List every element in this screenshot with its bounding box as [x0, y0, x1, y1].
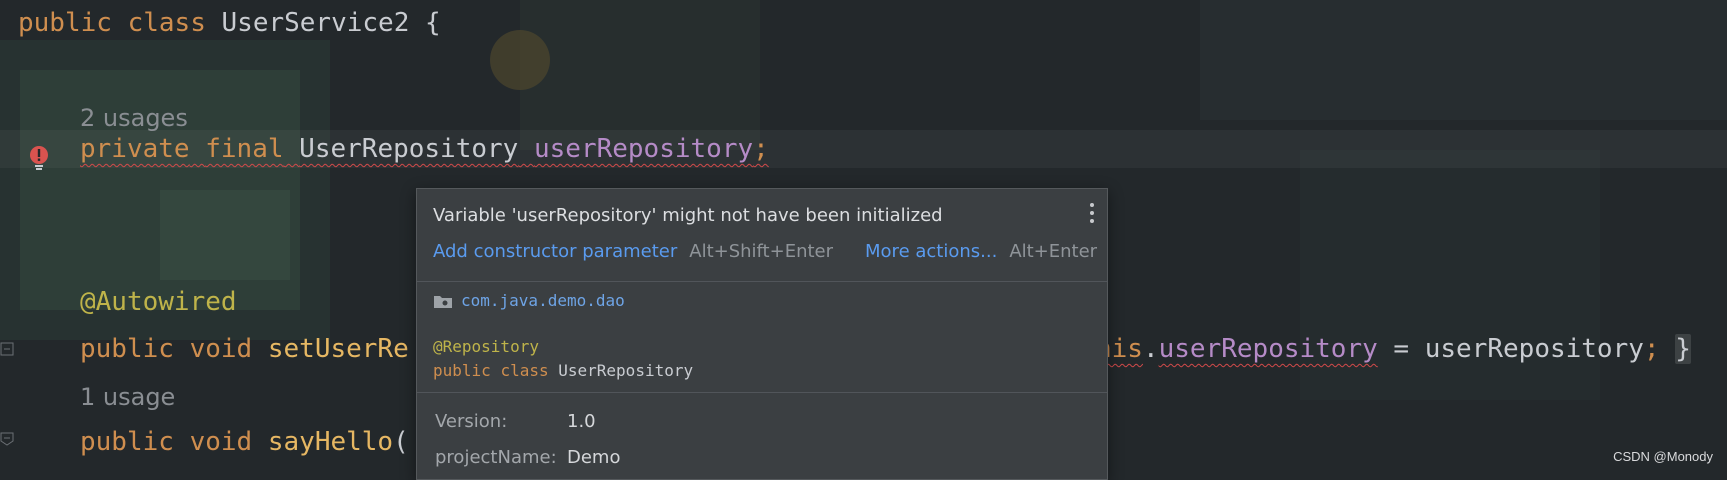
decl-annotation: @Repository [433, 337, 539, 356]
decl-keyword-class: class [500, 361, 549, 380]
keyword-public: public [80, 427, 174, 457]
popup-actions: Add constructor parameter Alt+Shift+Enter… [433, 241, 1097, 262]
method-name-sayhello: sayHello [267, 427, 394, 457]
watermark: CSDN @Monody [1613, 449, 1713, 464]
meta-key: projectName: [435, 447, 557, 468]
decl-class-name: UserRepository [558, 361, 694, 380]
meta-row-project-name: projectName: Demo [435, 447, 620, 468]
package-name[interactable]: com.java.demo.dao [433, 291, 625, 310]
keyword-private: private [80, 134, 190, 164]
meta-value: Demo [567, 447, 621, 468]
field-name[interactable]: userRepository [534, 134, 753, 164]
code-line-setter[interactable]: public void setUserRe [80, 332, 409, 366]
meta-row-version: Version: 1.0 [435, 411, 596, 432]
class-declaration: @Repository public class UserRepository [433, 335, 693, 383]
error-bulb-icon[interactable] [28, 145, 50, 171]
popup-divider [417, 392, 1107, 393]
decl-keyword-public: public [433, 361, 491, 380]
field-type: UserRepository [299, 134, 519, 164]
code-line-field[interactable]: private final UserRepository userReposit… [80, 132, 769, 166]
package-label: com.java.demo.dao [461, 291, 625, 310]
usage-hint-field[interactable]: 2 usages [80, 104, 188, 132]
inspection-popup: Variable 'userRepository' might not have… [416, 188, 1108, 480]
usage-hint-method[interactable]: 1 usage [80, 383, 175, 411]
code-line-sayhello[interactable]: public void sayHello( [80, 425, 409, 459]
open-paren: ( [393, 427, 409, 457]
open-brace: { [425, 8, 441, 38]
assignment: = userRepository [1377, 334, 1644, 364]
popup-divider [417, 281, 1107, 282]
code-line-annotation[interactable]: @Autowired [80, 285, 237, 319]
semicolon: ; [753, 134, 769, 164]
add-constructor-parameter-link[interactable]: Add constructor parameter [433, 241, 677, 262]
keyword-public: public [18, 8, 112, 38]
primary-shortcut: Alt+Shift+Enter [689, 241, 834, 262]
keyword-class: class [127, 8, 206, 38]
close-brace: } [1675, 334, 1691, 364]
meta-value: 1.0 [567, 411, 596, 432]
fold-marker-icon[interactable] [0, 432, 14, 446]
setter-field: userRepository [1158, 334, 1378, 364]
popup-message: Variable 'userRepository' might not have… [433, 205, 943, 226]
dot: . [1142, 334, 1159, 364]
class-name: UserService2 [221, 8, 410, 38]
keyword-final: final [205, 134, 284, 164]
code-line-class-declaration[interactable]: public class UserService2 { [18, 6, 441, 40]
more-actions-link[interactable]: More actions... [865, 241, 997, 262]
keyword-void: void [189, 427, 253, 457]
keyword-public: public [80, 334, 174, 364]
more-actions-shortcut: Alt+Enter [1009, 241, 1098, 262]
code-line-setter-body[interactable]: his.userRepository = userRepository; } [1096, 332, 1691, 366]
semicolon: ; [1643, 334, 1660, 364]
keyword-void: void [189, 334, 253, 364]
method-name-setter: setUserRe [267, 334, 409, 364]
fold-marker-icon[interactable] [0, 342, 14, 356]
package-folder-icon [434, 296, 452, 308]
more-options-icon[interactable] [1089, 203, 1095, 225]
meta-key: Version: [435, 411, 508, 432]
